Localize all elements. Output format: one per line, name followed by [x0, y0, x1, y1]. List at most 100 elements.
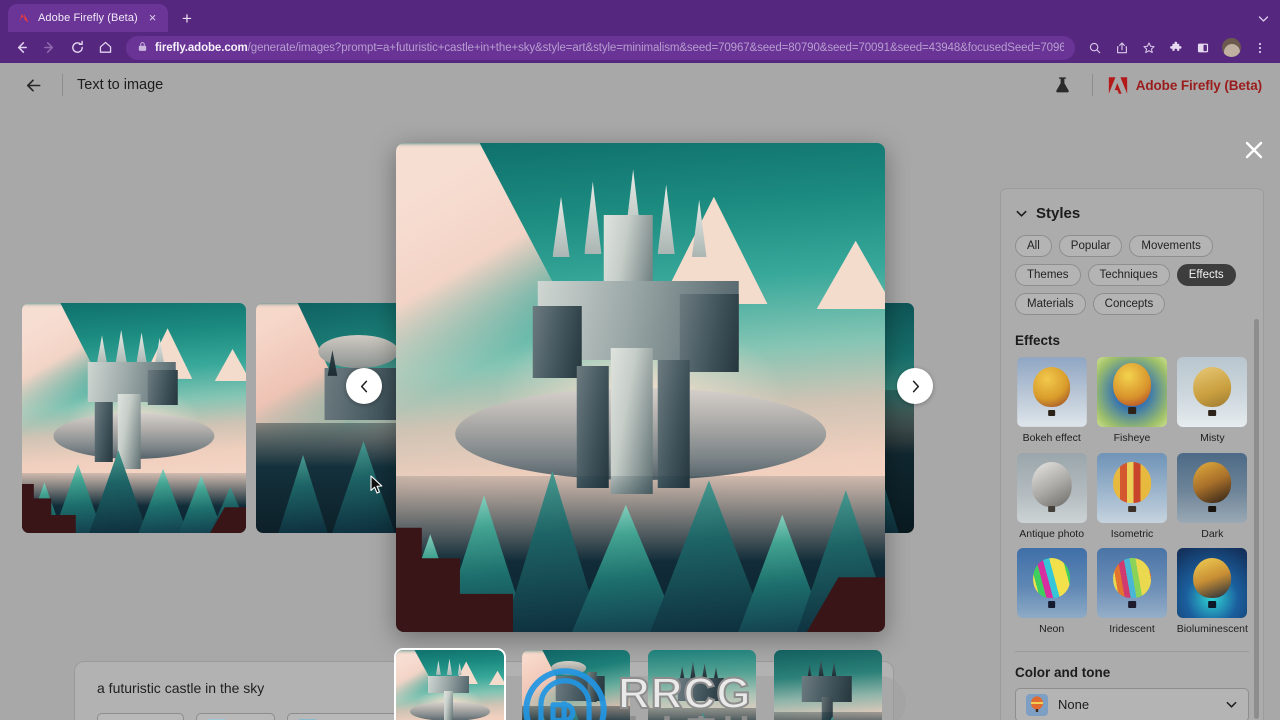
address-bar-url: firefly.adobe.com/generate/images?prompt…	[155, 42, 1064, 54]
effect-antique-photo[interactable]: Antique photo	[1015, 452, 1088, 541]
effect-label: Dark	[1201, 527, 1224, 540]
gallery-item-1[interactable]	[22, 303, 246, 533]
category-materials[interactable]: Materials	[1015, 293, 1086, 315]
effect-thumbnail	[1016, 452, 1087, 523]
app-back-button[interactable]	[18, 70, 48, 100]
omnibox-bar: firefly.adobe.com/generate/images?prompt…	[0, 32, 1280, 63]
style-chip-art[interactable]: Art ×	[195, 713, 276, 720]
effect-label: Antique photo	[1019, 527, 1085, 540]
category-movements[interactable]: Movements	[1129, 235, 1213, 257]
header-divider-2	[1091, 74, 1093, 96]
browser-tab-title: Adobe Firefly (Beta)	[38, 12, 138, 24]
firefly-page: Text to image Adobe Firefly (Beta) a fut…	[0, 63, 1280, 720]
viewer-filmstrip	[394, 646, 906, 720]
styles-panel: Styles All Popular Movements Themes Tech…	[1000, 188, 1264, 720]
effect-label: Isometric	[1110, 527, 1154, 540]
tab-close-icon[interactable]: ×	[145, 11, 160, 26]
lock-icon	[137, 39, 148, 57]
profile-avatar[interactable]	[1222, 38, 1241, 57]
search-icon[interactable]	[1083, 36, 1107, 60]
image-viewer-main[interactable]	[396, 143, 885, 632]
effect-thumbnail	[1016, 357, 1087, 427]
browser-menu-icon[interactable]	[1248, 36, 1272, 60]
mouse-cursor	[370, 475, 383, 494]
close-icon	[1245, 141, 1263, 159]
color-tone-title: Color and tone	[1015, 664, 1111, 680]
sidebar-panel-icon[interactable]	[1191, 36, 1215, 60]
effect-label: Bioluminescent	[1176, 623, 1248, 636]
effect-misty[interactable]: Misty	[1176, 357, 1249, 445]
header-right: Adobe Firefly (Beta)	[1048, 70, 1262, 100]
styles-panel-scrollbar[interactable]	[1254, 319, 1259, 719]
next-image-button[interactable]	[897, 368, 933, 404]
category-all[interactable]: All	[1015, 235, 1052, 257]
url-domain: firefly.adobe.com	[155, 41, 248, 54]
effect-label: Neon	[1039, 623, 1065, 636]
effect-isometric[interactable]: Isometric	[1095, 452, 1168, 541]
brand-logo: Adobe Firefly (Beta)	[1107, 76, 1262, 95]
effects-grid: Bokeh effect Fisheye Misty Antique photo…	[1015, 357, 1249, 636]
chevron-left-icon	[360, 380, 367, 392]
new-tab-button[interactable]: +	[174, 6, 200, 32]
filmstrip-thumb-3[interactable]	[648, 650, 756, 720]
effect-thumbnail	[1177, 452, 1248, 523]
filmstrip-thumb-4[interactable]	[774, 650, 882, 720]
effect-neon[interactable]: Neon	[1015, 548, 1088, 636]
effect-thumbnail	[1177, 548, 1248, 619]
window-controls[interactable]	[1257, 4, 1280, 32]
clear-styles-button[interactable]: Clear styles	[97, 713, 184, 720]
effect-label: Iridescent	[1109, 623, 1155, 636]
omnibox-actions	[1083, 36, 1272, 60]
styles-panel-header[interactable]: Styles	[1015, 205, 1249, 222]
tab-strip: Adobe Firefly (Beta) × +	[0, 0, 1280, 32]
previous-image-button[interactable]	[346, 368, 382, 404]
filmstrip-thumb-1[interactable]	[394, 648, 506, 720]
effect-dark[interactable]: Dark	[1176, 452, 1249, 541]
style-category-tabs: All Popular Movements Themes Techniques …	[1015, 235, 1249, 315]
brand-name: Adobe Firefly (Beta)	[1135, 77, 1262, 93]
page-title: Text to image	[77, 77, 164, 93]
chevron-down-icon	[1016, 210, 1027, 217]
color-tone-thumbnail	[1026, 693, 1048, 716]
effect-iridescent[interactable]: Iridescent	[1095, 548, 1168, 636]
effect-bokeh-effect[interactable]: Bokeh effect	[1015, 357, 1088, 445]
effect-thumbnail	[1096, 548, 1167, 619]
chevron-right-icon	[912, 380, 919, 392]
forward-button-icon[interactable]	[36, 35, 62, 61]
category-effects[interactable]: Effects	[1176, 264, 1236, 286]
share-icon[interactable]	[1110, 36, 1134, 60]
effect-thumbnail	[1096, 452, 1167, 523]
firefly-favicon-icon	[16, 11, 31, 26]
styles-panel-title: Styles	[1036, 205, 1081, 222]
adobe-logo-icon	[1108, 76, 1127, 94]
effect-fisheye[interactable]: Fisheye	[1095, 357, 1168, 445]
style-chip-minimalism[interactable]: Minimalism ×	[287, 713, 412, 720]
browser-chrome: Adobe Firefly (Beta) × + firefly.adobe.c…	[0, 0, 1280, 63]
address-bar[interactable]: firefly.adobe.com/generate/images?prompt…	[126, 35, 1075, 60]
header-divider	[62, 74, 63, 96]
reload-button-icon[interactable]	[64, 35, 90, 61]
category-concepts[interactable]: Concepts	[1092, 293, 1166, 315]
category-themes[interactable]: Themes	[1015, 264, 1081, 286]
close-modal-button[interactable]	[1243, 139, 1265, 161]
effect-label: Fisheye	[1113, 432, 1151, 444]
extensions-puzzle-icon[interactable]	[1164, 36, 1188, 60]
category-techniques[interactable]: Techniques	[1087, 264, 1170, 286]
effect-label: Bokeh effect	[1022, 432, 1081, 444]
back-button-icon[interactable]	[8, 35, 34, 61]
browser-tab[interactable]: Adobe Firefly (Beta) ×	[8, 4, 168, 32]
beaker-icon[interactable]	[1048, 70, 1078, 100]
effect-thumbnail	[1016, 548, 1087, 619]
effect-label: Misty	[1200, 432, 1225, 444]
chevron-down-icon	[1226, 702, 1237, 708]
color-tone-value: None	[1058, 697, 1090, 713]
effects-section-title: Effects	[1015, 333, 1061, 348]
effect-bioluminescent[interactable]: Bioluminescent	[1176, 548, 1249, 636]
bookmark-star-icon[interactable]	[1137, 36, 1161, 60]
category-popular[interactable]: Popular	[1058, 235, 1123, 257]
home-button-icon[interactable]	[92, 35, 118, 61]
filmstrip-thumb-2[interactable]	[522, 650, 630, 720]
color-tone-dropdown[interactable]: None	[1015, 687, 1249, 720]
effect-thumbnail	[1096, 357, 1167, 427]
app-header: Text to image Adobe Firefly (Beta)	[0, 63, 1280, 107]
